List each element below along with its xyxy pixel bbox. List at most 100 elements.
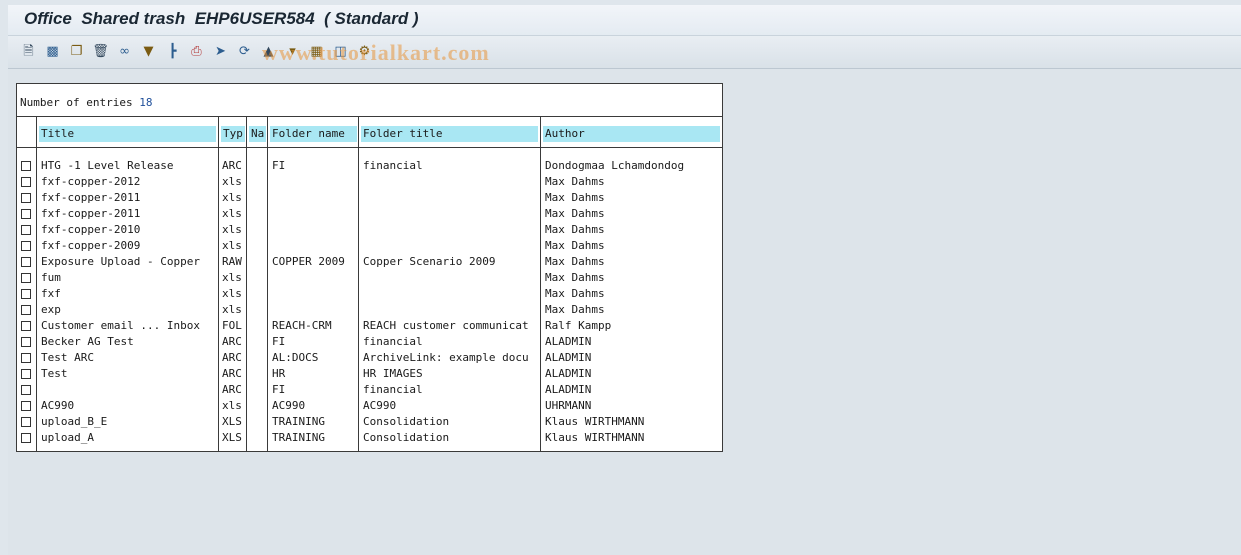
cell-author: UHRMANN [545,399,592,412]
cell-folder-title: HR IMAGES [363,367,423,380]
entry-count: Number of entries 18 [20,96,152,109]
delete-icon[interactable]: 🗑 [92,43,109,60]
cell-author: Klaus WIRTHMANN [545,431,645,444]
column-header-author[interactable]: Author [543,126,720,142]
cell-folder-name [272,302,358,318]
cell-name [250,254,266,270]
tree-icon[interactable]: ┣ [164,43,181,60]
cell-folder-title: Consolidation [363,415,450,428]
row-select-checkbox[interactable] [21,161,31,171]
cell-author: Max Dahms [545,207,605,220]
cell-folder-title [363,302,539,318]
column-header-name[interactable]: Na [249,126,266,142]
cell-type: ARC [222,159,242,172]
row-select-checkbox[interactable] [21,241,31,251]
cell-type: xls [222,287,242,300]
cell-title: fxf-copper-2012 [41,175,141,188]
cell-folder-title [363,222,539,238]
row-select-checkbox[interactable] [21,321,31,331]
cell-type: ARC [222,367,242,380]
filter-icon[interactable]: ▼ [140,43,157,60]
cell-name [250,334,266,350]
cell-folder-name: COPPER 2009 [272,255,345,268]
cell-title: Test [41,367,68,380]
row-select-checkbox[interactable] [21,305,31,315]
cell-folder-name [272,270,358,286]
cell-folder-name [272,206,358,222]
cell-folder-name [272,222,358,238]
row-select-checkbox[interactable] [21,337,31,347]
print-icon[interactable]: ⎙ [188,43,205,60]
cell-name [250,158,266,174]
column-header-type[interactable]: Typ [221,126,245,142]
cell-folder-name: FI [272,383,286,396]
row-select-checkbox[interactable] [21,401,31,411]
cell-name [250,286,266,302]
cell-name [250,270,266,286]
cell-folder-title: Consolidation [363,431,450,444]
column-divider [358,116,359,451]
cell-author: ALADMIN [545,383,592,396]
cell-folder-title: Copper Scenario 2009 [363,255,496,268]
cell-folder-name [272,286,358,302]
cell-type: XLS [222,431,242,444]
row-select-checkbox[interactable] [21,273,31,283]
cell-title: Customer email ... Inbox [41,319,200,332]
column-divider [267,116,268,451]
row-select-checkbox[interactable] [21,209,31,219]
cell-title [41,382,217,398]
row-select-checkbox[interactable] [21,433,31,443]
cell-name [250,190,266,206]
row-select-checkbox[interactable] [21,369,31,379]
row-select-checkbox[interactable] [21,385,31,395]
cell-folder-title [363,286,539,302]
application-toolbar: 🗎 ▩ ❐ 🗑 ∞ ▼ ┣ ⎙ ➤ ⟳ ▲ ▾ ▦ ◫ ⚙ [8,36,1241,69]
cell-folder-title: REACH customer communicat [363,319,529,332]
cell-name [250,222,266,238]
column-divider [218,116,219,451]
glasses-icon[interactable]: ∞ [116,43,133,60]
new-document-icon[interactable]: 🗎 [20,43,37,60]
row-select-checkbox[interactable] [21,225,31,235]
cell-name [250,174,266,190]
row-select-checkbox[interactable] [21,353,31,363]
cell-folder-title [363,206,539,222]
row-select-checkbox[interactable] [21,289,31,299]
cell-type: XLS [222,415,242,428]
cell-folder-name [272,190,358,206]
cell-type: xls [222,271,242,284]
cell-author: Max Dahms [545,287,605,300]
cell-folder-name: TRAINING [272,431,325,444]
row-select-checkbox[interactable] [21,417,31,427]
cell-type: RAW [222,255,242,268]
export-icon[interactable]: ➤ [212,43,229,60]
hierarchy-icon[interactable]: ▩ [44,43,61,60]
column-divider [246,116,247,451]
cell-type: ARC [222,383,242,396]
cell-title: fxf-copper-2011 [41,207,141,220]
cell-folder-title: AC990 [363,399,397,412]
cell-name [250,430,266,446]
cell-folder-name: FI [272,159,286,172]
refresh-icon[interactable]: ⟳ [236,43,253,60]
cell-folder-name: AL:DOCS [272,351,319,364]
cell-folder-name: FI [272,335,286,348]
cell-type: ARC [222,351,242,364]
cell-author: Max Dahms [545,271,605,284]
column-header-folder-name[interactable]: Folder name [270,126,357,142]
copy-icon[interactable]: ❐ [68,43,85,60]
entry-count-label: Number of entries [20,96,133,109]
window-title: Office Shared trash EHP6USER584 ( Standa… [24,9,419,28]
cell-name [250,382,266,398]
cell-author: Max Dahms [545,175,605,188]
column-header-title[interactable]: Title [39,126,216,142]
row-select-checkbox[interactable] [21,177,31,187]
row-select-checkbox[interactable] [21,193,31,203]
cell-author: ALADMIN [545,367,592,380]
cell-name [250,238,266,254]
column-header-folder-title[interactable]: Folder title [361,126,538,142]
cell-title: Exposure Upload - Copper [41,255,200,268]
row-select-checkbox[interactable] [21,257,31,267]
cell-title: fxf-copper-2009 [41,239,141,252]
cell-folder-title: financial [363,159,423,172]
